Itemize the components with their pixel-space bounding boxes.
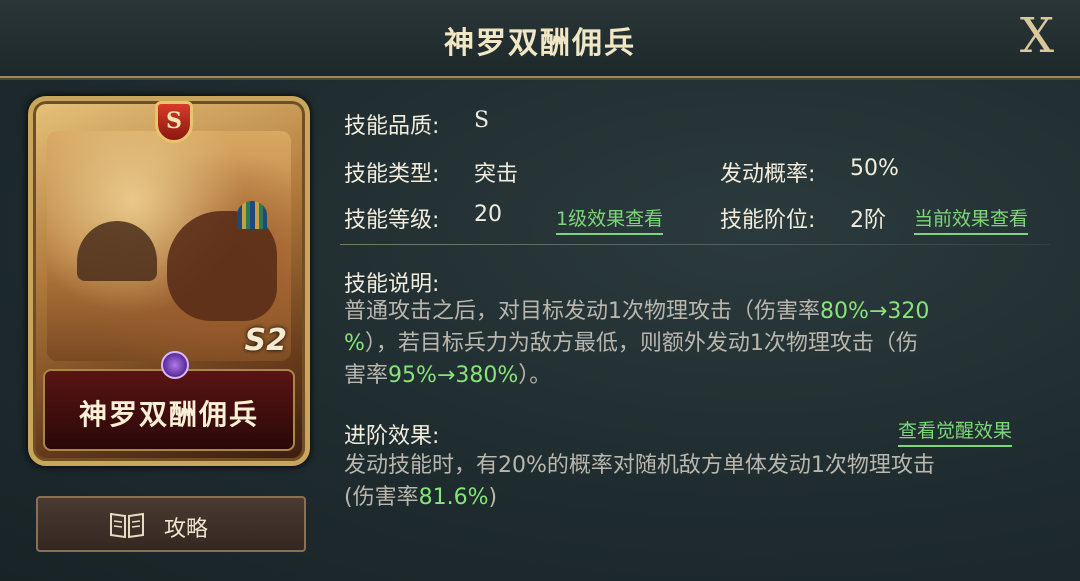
level-label: 技能等级: xyxy=(344,208,440,233)
guide-button[interactable]: 攻略 xyxy=(36,496,306,552)
guide-label: 攻略 xyxy=(164,517,209,542)
advance-line-2: (伤害率81.6%) xyxy=(344,485,498,510)
description-line-1: 普通攻击之后，对目标发动1次物理攻击（伤害率80%→320 xyxy=(344,299,930,324)
section-divider xyxy=(340,244,1050,245)
advance-line-1: 发动技能时，有20%的概率对随机敌方单体发动1次物理攻击 xyxy=(344,453,935,478)
trigger-rate-value: 50% xyxy=(850,156,899,181)
damage-rate-highlight: 80%→320 xyxy=(820,299,930,324)
card-name: 神罗双酬佣兵 xyxy=(78,398,259,431)
type-label: 技能类型: xyxy=(344,162,440,187)
skill-detail-panel: 神罗双酬佣兵 X S S2 神罗双酬佣兵 攻略 技能品质: S 技能类型: 突击… xyxy=(0,0,1080,581)
tier-value: 2阶 xyxy=(850,208,886,233)
page-title: 神罗双酬佣兵 xyxy=(444,26,636,61)
close-button[interactable]: X xyxy=(1012,10,1062,62)
description-line-3: 害率95%→380%）。 xyxy=(344,363,552,388)
current-effect-link[interactable]: 当前效果查看 xyxy=(914,204,1029,235)
description-label: 技能说明: xyxy=(344,272,440,297)
quality-label: 技能品质: xyxy=(344,114,440,139)
description-line-2: %），若目标兵力为敌方最低，则额外发动1次物理攻击（伤 xyxy=(344,331,918,356)
quality-value: S xyxy=(474,108,490,133)
plume-illustration xyxy=(237,201,267,229)
trigger-rate-label: 发动概率: xyxy=(720,162,816,187)
type-value: 突击 xyxy=(474,162,519,187)
grade-badge: S xyxy=(155,101,193,143)
assault-type-icon xyxy=(161,351,189,379)
season-mark: S2 xyxy=(244,323,287,358)
extra-damage-rate-highlight: 95%→380% xyxy=(388,363,519,388)
advance-damage-highlight: 81.6% xyxy=(418,485,489,510)
chariot-illustration xyxy=(77,221,157,281)
awakening-effect-link[interactable]: 查看觉醒效果 xyxy=(898,416,1013,447)
level-value: 20 xyxy=(474,202,502,227)
advance-description: 发动技能时，有20%的概率对随机敌方单体发动1次物理攻击 (伤害率81.6%) xyxy=(344,450,1044,514)
skill-description: 普通攻击之后，对目标发动1次物理攻击（伤害率80%→320 %），若目标兵力为敌… xyxy=(344,296,1044,392)
card-name-plate: 神罗双酬佣兵 xyxy=(43,369,295,451)
skill-card: S S2 神罗双酬佣兵 xyxy=(28,96,310,466)
advance-effect-label: 进阶效果: xyxy=(344,424,440,449)
tier-label: 技能阶位: xyxy=(720,208,816,233)
level1-effect-link[interactable]: 1级效果查看 xyxy=(556,204,664,235)
book-icon xyxy=(110,512,144,539)
header-bar: 神罗双酬佣兵 X xyxy=(0,0,1080,78)
